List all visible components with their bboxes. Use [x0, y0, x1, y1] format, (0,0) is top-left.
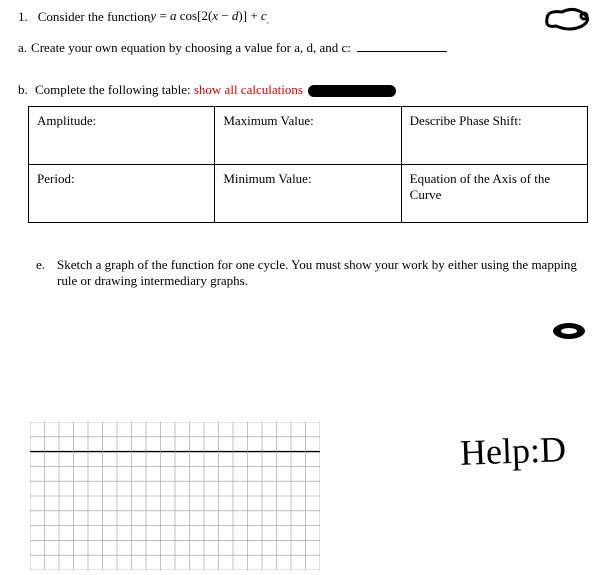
part-b-red-text: show all calculations: [194, 82, 303, 97]
cell-period[interactable]: Period:: [29, 164, 215, 222]
properties-table: Amplitude: Maximum Value: Describe Phase…: [28, 106, 588, 223]
grid-lines: [30, 422, 320, 570]
cell-amplitude[interactable]: Amplitude:: [29, 106, 215, 164]
part-e-label: e.: [36, 257, 45, 289]
part-a-label: a.: [18, 40, 27, 56]
graph-grid[interactable]: [30, 422, 320, 574]
handwritten-help-text: Help:D: [459, 428, 566, 474]
doodle-circle-icon: [550, 320, 588, 342]
part-b-text: Complete the following table:: [35, 82, 194, 97]
cell-phase-shift[interactable]: Describe Phase Shift:: [401, 106, 587, 164]
black-scribble-redaction: [308, 85, 396, 97]
cell-axis-equation[interactable]: Equation of the Axis of the Curve: [401, 164, 587, 222]
doodle-icon: [542, 6, 592, 32]
question-number: 1.: [18, 9, 28, 25]
part-b-label: b.: [18, 82, 28, 97]
part-e-text: Sketch a graph of the function for one c…: [57, 257, 584, 289]
part-a-text: Create your own equation by choosing a v…: [31, 40, 351, 56]
cell-maximum-value[interactable]: Maximum Value:: [215, 106, 401, 164]
question-prompt-prefix: Consider the function: [38, 9, 151, 25]
function-formula: y = a cos[2(x − d)] + c.: [150, 8, 269, 26]
cell-minimum-value[interactable]: Minimum Value:: [215, 164, 401, 222]
answer-blank-line[interactable]: [357, 51, 447, 52]
